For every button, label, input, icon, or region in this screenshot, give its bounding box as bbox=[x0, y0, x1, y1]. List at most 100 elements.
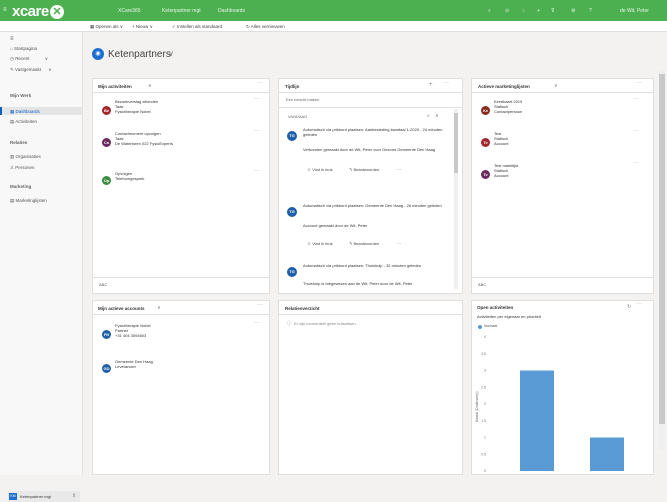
avatar: Co bbox=[102, 138, 111, 147]
add-icon[interactable]: + bbox=[537, 8, 540, 14]
list-item-text: Gemeente Den Haag Leverancier bbox=[115, 359, 153, 369]
avatar: GD bbox=[102, 364, 111, 373]
collapse-menu-icon[interactable]: ≡ bbox=[10, 36, 14, 42]
top-navigation-bar: ≡ xcare ✕ XCare365 Ketenpartner mgt Dashb… bbox=[0, 0, 667, 21]
more-options-icon[interactable]: ··· bbox=[636, 301, 642, 307]
chart-bar[interactable] bbox=[520, 370, 554, 472]
chevron-down-icon[interactable]: ∨ bbox=[157, 305, 161, 311]
alphabet-filter[interactable]: ABC bbox=[99, 282, 107, 287]
breadcrumb-page[interactable]: Dashboards bbox=[218, 8, 245, 14]
page-scrollbar-thumb[interactable] bbox=[659, 74, 665, 424]
like-button[interactable]: ☺ Vind ik leuk bbox=[307, 241, 333, 246]
sidebar-item-organisations[interactable]: ▥ Organisaties bbox=[10, 154, 41, 160]
activities-panel-title[interactable]: Mijn activiteiten bbox=[98, 84, 132, 89]
sidebar-item-activities[interactable]: ▤ Activiteiten bbox=[10, 119, 37, 125]
item-more-icon[interactable]: ··· bbox=[633, 96, 639, 102]
sidebar-item-home[interactable]: ⌂ Startpagina bbox=[10, 46, 37, 51]
filter-icon[interactable]: ⊽ bbox=[551, 8, 555, 14]
set-default-label: Instellen als standaard bbox=[177, 24, 223, 29]
open-activities-title: Open activiteiten bbox=[477, 305, 514, 310]
breadcrumb-area[interactable]: Ketenpartner mgt bbox=[162, 8, 201, 14]
settings-icon[interactable]: ⚙ bbox=[571, 8, 575, 14]
area-switcher[interactable]: KM Ketenpartner mgt ⇕ bbox=[8, 491, 80, 502]
refresh-icon[interactable]: ↻ bbox=[627, 304, 631, 310]
post-input[interactable]: Een bericht maken bbox=[286, 97, 319, 102]
brand-logo[interactable]: xcare ✕ bbox=[12, 3, 64, 20]
sidebar-item-dashboards[interactable]: ▦ Dashboards bbox=[10, 109, 40, 115]
scrollbar[interactable] bbox=[454, 109, 458, 289]
list-item[interactable]: Be Bezoekverslag afronden Taak Fysiother… bbox=[98, 96, 266, 123]
sidebar-item-pinned[interactable]: ✎ Vastgemaakt ∨ bbox=[10, 67, 52, 73]
divider bbox=[93, 314, 269, 315]
task-flow-icon[interactable]: ⊙ bbox=[505, 8, 509, 14]
chevron-down-icon[interactable]: ∨ bbox=[148, 83, 152, 89]
avatar: TG bbox=[287, 131, 297, 141]
divider bbox=[472, 92, 653, 93]
set-default-button[interactable]: ✓ Instellen als standaard bbox=[172, 24, 222, 30]
list-item[interactable]: Co Contactmoment opvolgen Taak De Watert… bbox=[98, 128, 266, 155]
page-scrollbar[interactable] bbox=[659, 70, 665, 450]
chevron-down-icon[interactable]: ∨ bbox=[554, 83, 558, 89]
list-item[interactable]: Ke Kerstkaart 2019 Statisch Contactperso… bbox=[477, 96, 647, 123]
item-more-icon[interactable]: ··· bbox=[254, 320, 260, 326]
search-icon[interactable]: ⌕ bbox=[488, 8, 491, 14]
help-icon[interactable]: ? bbox=[589, 8, 592, 14]
alphabet-filter[interactable]: ABC bbox=[478, 282, 486, 287]
reply-button[interactable]: ↰ Beantwoorden bbox=[349, 167, 379, 172]
list-item-sub1: Leverancier bbox=[115, 364, 136, 369]
y-tick-label: 2 bbox=[484, 402, 486, 406]
more-icon[interactable]: ··· bbox=[397, 167, 401, 172]
list-item[interactable]: FN Fysiotherapie Nobel Partner +31 404 3… bbox=[98, 320, 266, 347]
timeline-entry[interactable]: TG Automatisch via prikbord plaatsen: Aa… bbox=[287, 127, 449, 193]
like-button[interactable]: ☺ Vind ik leuk bbox=[307, 167, 333, 172]
marketing-panel-title[interactable]: Actieve marketinglijsten bbox=[478, 84, 530, 89]
list-item-sub2: Account bbox=[494, 141, 509, 146]
more-options-icon[interactable]: ··· bbox=[636, 80, 642, 86]
more-options-icon[interactable]: ··· bbox=[443, 80, 449, 86]
add-icon[interactable]: + bbox=[429, 82, 433, 88]
list-item[interactable]: Te Test Statisch Account ··· bbox=[477, 128, 647, 155]
y-tick-label: 2.5 bbox=[481, 385, 486, 389]
y-tick-label: 3.5 bbox=[481, 352, 486, 356]
item-more-icon[interactable]: ··· bbox=[254, 128, 260, 134]
timeline-entry-note: Thuishulp is toegewezen aan de Wit, Pete… bbox=[303, 281, 413, 286]
item-more-icon[interactable]: ··· bbox=[633, 160, 639, 166]
list-item[interactable]: GD Gemeente Den Haag Leverancier bbox=[98, 359, 266, 379]
sidebar-item-marketinglists[interactable]: ▤ Marketinglijsten bbox=[10, 198, 47, 204]
user-name[interactable]: de Wit, Peter bbox=[620, 8, 649, 14]
more-options-icon[interactable]: ··· bbox=[257, 80, 263, 86]
sidebar-item-persons[interactable]: ♙ Personen bbox=[10, 165, 35, 171]
open-as-button[interactable]: ▦ Openen als ∨ bbox=[90, 24, 123, 30]
list-item[interactable]: Op Opvolgen Telefoongesprek ··· bbox=[98, 168, 266, 191]
timeline-entry[interactable]: TG Automatisch via prikbord plaatsen: Ge… bbox=[287, 203, 449, 263]
new-label: Nieuw bbox=[135, 24, 149, 29]
more-icon[interactable]: ··· bbox=[397, 241, 401, 246]
more-options-icon[interactable]: ··· bbox=[257, 302, 263, 308]
item-more-icon[interactable]: ··· bbox=[254, 96, 260, 102]
y-axis-label: Aantal (Onderwerp) bbox=[475, 391, 479, 422]
page-title[interactable]: Ketenpartners bbox=[108, 49, 171, 60]
accounts-panel-title[interactable]: Mijn actieve accounts bbox=[98, 306, 145, 311]
divider bbox=[279, 92, 462, 93]
new-button[interactable]: + Nieuw ∨ bbox=[132, 24, 153, 30]
lightbulb-icon[interactable]: ♢ bbox=[521, 8, 525, 14]
title-chevron-down-icon[interactable]: ∨ bbox=[168, 49, 174, 58]
item-more-icon[interactable]: ··· bbox=[254, 168, 260, 174]
timeline-entry[interactable]: TG Automatisch via prikbord plaatsen: Th… bbox=[287, 263, 449, 293]
refresh-all-button[interactable]: ↻ Alles vernieuwen bbox=[246, 24, 285, 30]
item-more-icon[interactable]: ··· bbox=[633, 128, 639, 134]
chevron-updown-icon: ⇕ bbox=[72, 493, 77, 499]
collapse-icon[interactable]: ∧ bbox=[435, 113, 439, 119]
scrollbar-thumb[interactable] bbox=[454, 113, 458, 173]
search-icon[interactable]: ⌕ bbox=[427, 113, 430, 119]
sidebar-item-recent[interactable]: ◷ Recent ∨ bbox=[10, 56, 48, 62]
timeline-entry-text: Automatisch via prikbord plaatsen: Gemee… bbox=[303, 203, 442, 208]
list-item-text: Fysiotherapie Nobel Partner +31 404 3594… bbox=[115, 323, 151, 338]
app-name[interactable]: XCare365 bbox=[118, 8, 141, 14]
list-item[interactable]: Te Test marktlijst Statisch Account ··· bbox=[477, 160, 647, 187]
reply-button[interactable]: ↰ Beantwoorden bbox=[349, 241, 379, 246]
divider bbox=[472, 277, 653, 278]
sidebar-section-relations: Relaties bbox=[10, 140, 28, 145]
app-launcher-icon[interactable]: ≡ bbox=[3, 7, 9, 13]
chart-bar[interactable] bbox=[590, 437, 624, 472]
